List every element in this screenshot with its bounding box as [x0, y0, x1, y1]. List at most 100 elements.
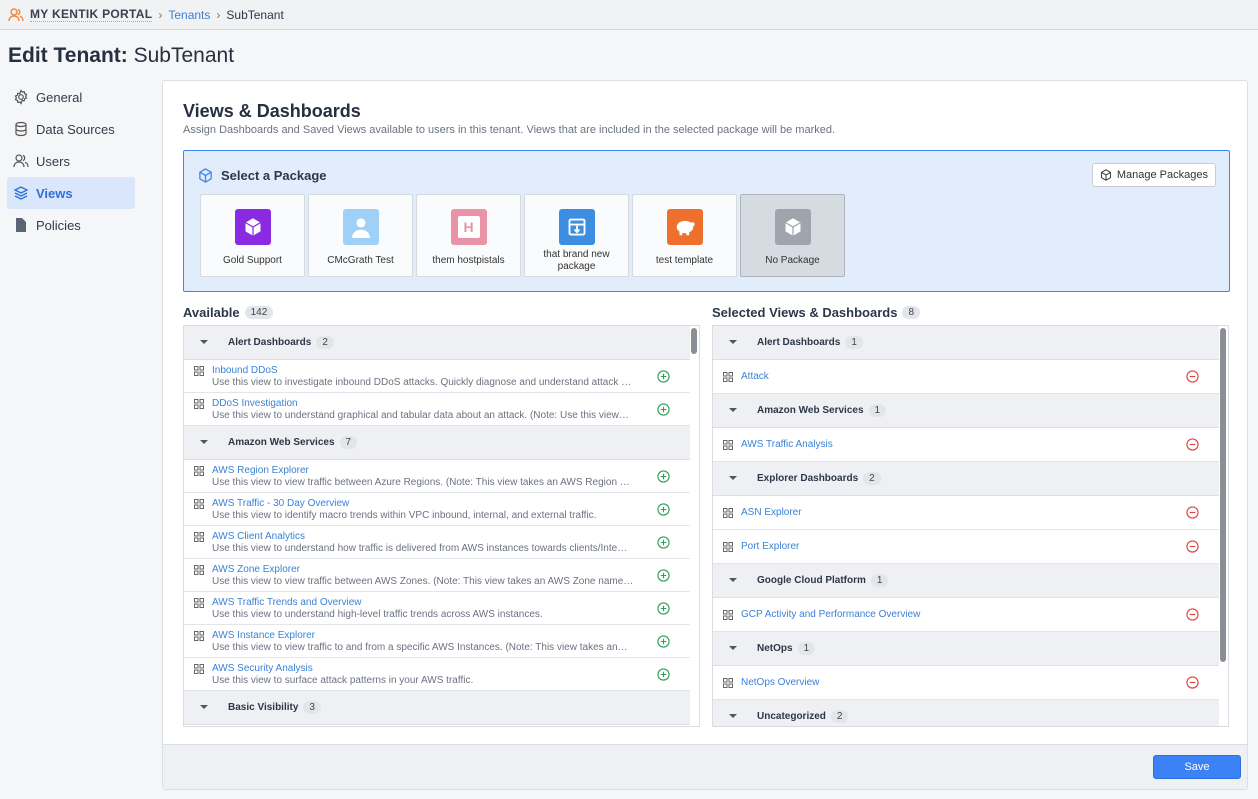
caret-down-icon[interactable]	[729, 578, 737, 582]
view-link[interactable]: AWS Region Explorer	[212, 465, 650, 477]
view-link[interactable]: GCP Activity and Performance Overview	[741, 609, 920, 621]
caret-down-icon[interactable]	[729, 714, 737, 718]
remove-circle-icon[interactable]	[1186, 506, 1199, 519]
group-count-badge: 3	[303, 701, 321, 714]
grid-icon	[194, 399, 204, 409]
add-circle-icon[interactable]	[657, 569, 670, 582]
selected-label: Selected Views & Dashboards	[712, 305, 898, 320]
save-button[interactable]: Save	[1153, 755, 1241, 779]
sidebar-item-data-sources[interactable]: Data Sources	[7, 113, 135, 145]
caret-down-icon[interactable]	[729, 476, 737, 480]
manage-packages-button[interactable]: Manage Packages	[1091, 163, 1216, 187]
grid-icon	[194, 631, 204, 641]
page-title: Edit Tenant: SubTenant	[8, 44, 234, 68]
piggy-bank-icon	[666, 209, 703, 245]
package-tile[interactable]: Gold Support	[200, 194, 305, 277]
list-item: AWS Client Analytics Use this view to und…	[184, 526, 690, 559]
view-link[interactable]: AWS Traffic Analysis	[741, 439, 833, 451]
package-name: test template	[655, 255, 714, 266]
group-header[interactable]: Alert Dashboards 2	[184, 326, 690, 360]
view-link[interactable]: AWS Traffic - 30 Day Overview	[212, 498, 650, 510]
view-link[interactable]: ASN Explorer	[741, 507, 802, 519]
caret-down-icon[interactable]	[729, 646, 737, 650]
view-link[interactable]: AWS Zone Explorer	[212, 564, 650, 576]
caret-down-icon[interactable]	[200, 440, 208, 444]
caret-down-icon[interactable]	[729, 408, 737, 412]
grid-icon	[723, 372, 733, 382]
gear-icon	[14, 89, 28, 105]
sidebar-item-label: General	[36, 89, 83, 105]
remove-circle-icon[interactable]	[1186, 438, 1199, 451]
add-circle-icon[interactable]	[657, 470, 670, 483]
group-header[interactable]: Google Cloud Platform 1	[713, 564, 1219, 598]
caret-down-icon[interactable]	[200, 705, 208, 709]
group-name: Basic Visibility	[228, 702, 299, 713]
package-tile[interactable]: No Package	[740, 194, 845, 277]
add-circle-icon[interactable]	[657, 503, 670, 516]
caret-down-icon[interactable]	[729, 340, 737, 344]
group-count-badge: 1	[870, 574, 889, 587]
group-name: NetOps	[757, 643, 793, 654]
add-circle-icon[interactable]	[657, 602, 670, 615]
package-tile[interactable]: CMcGrath Test	[308, 194, 413, 277]
view-link[interactable]: AWS Instance Explorer	[212, 630, 650, 642]
manage-packages-label: Manage Packages	[1116, 169, 1208, 181]
add-circle-icon[interactable]	[657, 536, 670, 549]
portal-brand-link[interactable]: MY KENTIK PORTAL	[30, 7, 153, 22]
list-item: Inbound DDoS Use this view to investigate…	[184, 360, 690, 393]
list-item: AWS Traffic Trends and Overview Use this …	[184, 592, 690, 625]
group-header[interactable]: Amazon Web Services 7	[184, 426, 690, 460]
group-count-badge: 2	[316, 336, 334, 349]
selected-count-badge: 8	[902, 306, 921, 319]
user-icon	[342, 209, 379, 245]
caret-down-icon[interactable]	[200, 340, 208, 344]
page-title-name: SubTenant	[133, 44, 235, 67]
sidebar-item-views[interactable]: Views	[7, 177, 135, 209]
add-circle-icon[interactable]	[657, 370, 670, 383]
add-circle-icon[interactable]	[657, 668, 670, 681]
group-header[interactable]: Uncategorized 2	[713, 700, 1219, 726]
hospital-icon: H	[450, 209, 487, 245]
list-item: AWS Traffic - 30 Day Overview Use this vi…	[184, 493, 690, 526]
view-link[interactable]: AWS Traffic Trends and Overview	[212, 597, 650, 609]
grid-icon	[194, 499, 204, 509]
view-link[interactable]: Port Explorer	[741, 541, 799, 553]
view-link[interactable]: Attack	[741, 371, 769, 383]
view-link[interactable]: AWS Client Analytics	[212, 531, 650, 543]
group-header[interactable]: Amazon Web Services 1	[713, 394, 1219, 428]
view-link[interactable]: AWS Security Analysis	[212, 663, 650, 675]
views-dashboards-panel: Views & Dashboards Assign Dashboards and…	[162, 80, 1248, 790]
cube-icon	[234, 209, 271, 245]
scrollbar[interactable]	[691, 328, 697, 354]
package-selector-label: Select a Package	[198, 168, 327, 183]
remove-circle-icon[interactable]	[1186, 676, 1199, 689]
grid-icon	[723, 678, 733, 688]
add-circle-icon[interactable]	[657, 635, 670, 648]
view-link[interactable]: DDoS Investigation	[212, 398, 650, 410]
view-link[interactable]: NetOps Overview	[741, 677, 819, 689]
sidebar-item-label: Policies	[36, 217, 81, 233]
breadcrumb-tenants-link[interactable]: Tenants	[168, 8, 210, 22]
remove-circle-icon[interactable]	[1186, 608, 1199, 621]
grid-icon	[723, 508, 733, 518]
list-item: AWS Zone Explorer Use this view to view t…	[184, 559, 690, 592]
group-name: Alert Dashboards	[228, 337, 312, 348]
sidebar: General Data Sources Users Views Policie…	[7, 81, 135, 241]
remove-circle-icon[interactable]	[1186, 370, 1199, 383]
sidebar-item-general[interactable]: General	[7, 81, 135, 113]
add-circle-icon[interactable]	[657, 403, 670, 416]
sidebar-item-users[interactable]: Users	[7, 145, 135, 177]
package-tile[interactable]: that brand new package	[524, 194, 629, 277]
package-tile[interactable]: test template	[632, 194, 737, 277]
sidebar-item-policies[interactable]: Policies	[7, 209, 135, 241]
group-header[interactable]: Alert Dashboards 1	[713, 326, 1219, 360]
group-header[interactable]: Basic Visibility 3	[184, 691, 690, 725]
remove-circle-icon[interactable]	[1186, 540, 1199, 553]
scrollbar[interactable]	[1220, 328, 1226, 662]
breadcrumb-current: SubTenant	[226, 7, 284, 22]
group-header[interactable]: NetOps 1	[713, 632, 1219, 666]
group-header[interactable]: Explorer Dashboards 2	[713, 462, 1219, 496]
available-header: Available 142	[183, 305, 274, 320]
package-tile[interactable]: Hthem hostpistals	[416, 194, 521, 277]
view-link[interactable]: Inbound DDoS	[212, 365, 650, 377]
